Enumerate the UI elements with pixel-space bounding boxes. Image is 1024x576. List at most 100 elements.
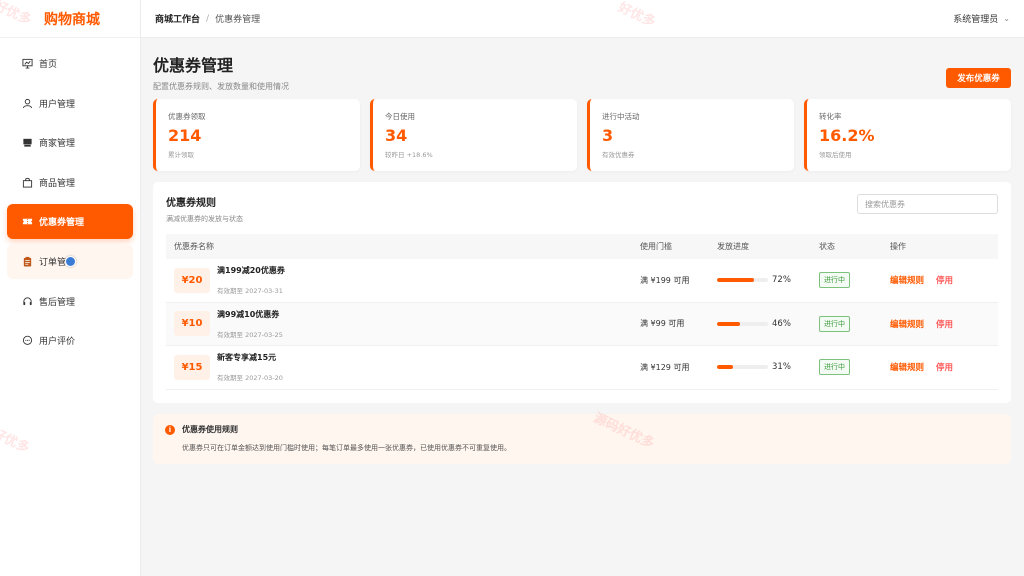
stat-note: 较昨日 +18.6% <box>385 151 433 159</box>
stat-label: 转化率 <box>819 112 842 121</box>
panel-subtitle: 满减优惠券的发放与状态 <box>166 215 243 223</box>
coupon-name: 新客专享减15元 <box>217 353 277 363</box>
stat-card: 今日使用 34 较昨日 +18.6% <box>370 99 577 171</box>
breadcrumb-separator: / <box>206 13 210 24</box>
page-subtitle: 配置优惠券规则、发放数量和使用情况 <box>153 82 289 91</box>
stat-value: 16.2% <box>819 126 875 145</box>
progress-bar <box>717 321 768 326</box>
shop-icon <box>21 137 33 149</box>
table-row: ¥10 满99减10优惠券 有效期至 2027-03-25 满 ¥99 可用 4… <box>166 302 998 346</box>
stat-value: 214 <box>168 126 202 145</box>
chart-icon <box>21 58 33 70</box>
disable-link[interactable]: 停用 <box>936 318 953 330</box>
stat-note: 领取后使用 <box>819 151 852 159</box>
stat-card: 优惠券领取 214 累计领取 <box>153 99 360 171</box>
coupon-threshold: 满 ¥129 可用 <box>640 362 690 372</box>
chevron-down-icon: ⌄ <box>1003 14 1010 23</box>
coupon-expiry: 有效期至 2027-03-31 <box>217 287 283 296</box>
stat-card: 转化率 16.2% 领取后使用 <box>804 99 1011 171</box>
ticket-icon <box>21 216 33 228</box>
sidebar-item-orders[interactable]: 订单管 <box>7 243 133 279</box>
info-icon: i <box>165 424 175 435</box>
coupon-threshold: 满 ¥99 可用 <box>640 319 685 329</box>
status-badge: 进行中 <box>819 315 850 332</box>
column-header: 操作 <box>890 242 906 251</box>
stat-note: 累计领取 <box>168 151 194 159</box>
coupon-threshold: 满 ¥199 可用 <box>640 275 690 285</box>
sidebar-item-aftersales[interactable]: 售后管理 <box>7 284 133 319</box>
column-header: 使用门槛 <box>640 242 672 251</box>
sidebar-item-merchants[interactable]: 商家管理 <box>7 125 133 160</box>
main-content: 优惠券管理 配置优惠券规则、发放数量和使用情况 发布优惠券 优惠券领取 214 … <box>153 38 1011 464</box>
user-name: 系统管理员 <box>953 15 999 25</box>
notice-text: 优惠券只可在订单金额达到使用门槛时使用；每笔订单最多使用一张优惠券，已使用优惠券… <box>182 444 511 452</box>
sidebar-item-label: 商品管理 <box>39 178 76 189</box>
sidebar-item-label: 订单管 <box>39 257 67 268</box>
top-bar: 商城工作台 / 优惠券管理 系统管理员 ⌄ <box>141 0 1024 38</box>
usage-rules-notice: i 优惠券使用规则 优惠券只可在订单金额达到使用门槛时使用；每笔订单最多使用一张… <box>153 414 1011 464</box>
table-row: ¥15 新客专享减15元 有效期至 2027-03-20 满 ¥129 可用 3… <box>166 346 998 390</box>
column-header: 发放进度 <box>717 242 749 251</box>
stat-value: 34 <box>385 126 408 145</box>
stat-label: 今日使用 <box>385 112 415 121</box>
stats-row: 优惠券领取 214 累计领取 今日使用 34 较昨日 +18.6% 进行中活动 … <box>153 99 1011 171</box>
disable-link[interactable]: 停用 <box>936 361 953 373</box>
progress-fill <box>717 321 741 326</box>
coupon-amount: ¥20 <box>174 267 210 293</box>
headset-icon <box>21 295 33 307</box>
coupon-amount: ¥10 <box>174 311 210 337</box>
edit-rule-link[interactable]: 编辑规则 <box>890 318 924 330</box>
column-header: 状态 <box>819 242 835 251</box>
sidebar-item-products[interactable]: 商品管理 <box>7 165 133 200</box>
user-icon <box>21 97 33 109</box>
coupon-name: 满199减20优惠券 <box>217 266 285 276</box>
stat-card: 进行中活动 3 有效优惠券 <box>587 99 794 171</box>
stat-label: 进行中活动 <box>602 112 640 121</box>
sidebar-item-home[interactable]: 首页 <box>7 46 133 81</box>
bag-icon <box>21 176 33 188</box>
sidebar-nav: 首页 用户管理 商家管理 商品管理 优惠券管理 订单管 售后管理 用户评价 <box>0 38 140 358</box>
progress-fill <box>717 365 733 370</box>
coupon-expiry: 有效期至 2027-03-20 <box>217 374 283 383</box>
sidebar-item-label: 商家管理 <box>39 139 76 150</box>
sidebar-item-label: 用户评价 <box>39 337 76 348</box>
user-menu[interactable]: 系统管理员 ⌄ <box>953 12 1010 25</box>
breadcrumb-current: 优惠券管理 <box>215 15 261 25</box>
notice-title: 优惠券使用规则 <box>182 425 238 434</box>
table-row: ¥20 满199减20优惠券 有效期至 2027-03-31 满 ¥199 可用… <box>166 259 998 303</box>
brand-logo[interactable]: 购物商城 <box>0 0 140 38</box>
disable-link[interactable]: 停用 <box>936 274 953 286</box>
status-badge: 进行中 <box>819 359 850 376</box>
publish-coupon-button[interactable]: 发布优惠券 <box>946 68 1011 88</box>
table-header: 优惠券名称 使用门槛 发放进度 状态 操作 <box>166 234 998 259</box>
edit-rule-link[interactable]: 编辑规则 <box>890 274 924 286</box>
page-title: 优惠券管理 <box>153 56 234 75</box>
status-badge: 进行中 <box>819 272 850 289</box>
sidebar-item-label: 首页 <box>39 60 58 70</box>
sidebar-item-reviews[interactable]: 用户评价 <box>7 323 133 358</box>
clipboard-icon <box>21 255 33 267</box>
cursor-pointer <box>65 255 76 267</box>
coupon-expiry: 有效期至 2027-03-25 <box>217 330 283 339</box>
stat-label: 优惠券领取 <box>168 112 206 121</box>
sidebar-item-label: 用户管理 <box>39 99 76 110</box>
coupon-table: 优惠券名称 使用门槛 发放进度 状态 操作 ¥20 满199减20优惠券 有效期… <box>166 234 998 390</box>
sidebar-item-label: 优惠券管理 <box>39 218 85 229</box>
coupon-name: 满99减10优惠券 <box>217 309 280 319</box>
breadcrumb-root[interactable]: 商城工作台 <box>155 12 200 25</box>
sidebar-item-coupons[interactable]: 优惠券管理 <box>7 204 133 240</box>
progress-fill <box>717 278 754 283</box>
sidebar-item-label: 售后管理 <box>39 297 76 308</box>
progress-bar <box>717 365 768 370</box>
progress-percent: 31% <box>772 362 791 373</box>
edit-rule-link[interactable]: 编辑规则 <box>890 361 924 373</box>
column-header: 优惠券名称 <box>174 242 214 251</box>
stat-value: 3 <box>602 126 614 145</box>
stat-note: 有效优惠券 <box>602 151 635 159</box>
coupon-rules-panel: 优惠券规则 满减优惠券的发放与状态 搜索优惠券 优惠券名称 使用门槛 发放进度 … <box>153 182 1011 403</box>
progress-bar <box>717 278 768 283</box>
sidebar-item-users[interactable]: 用户管理 <box>7 86 133 121</box>
progress-percent: 46% <box>772 318 791 329</box>
coupon-amount: ¥15 <box>174 354 210 380</box>
search-input[interactable]: 搜索优惠券 <box>857 194 998 214</box>
